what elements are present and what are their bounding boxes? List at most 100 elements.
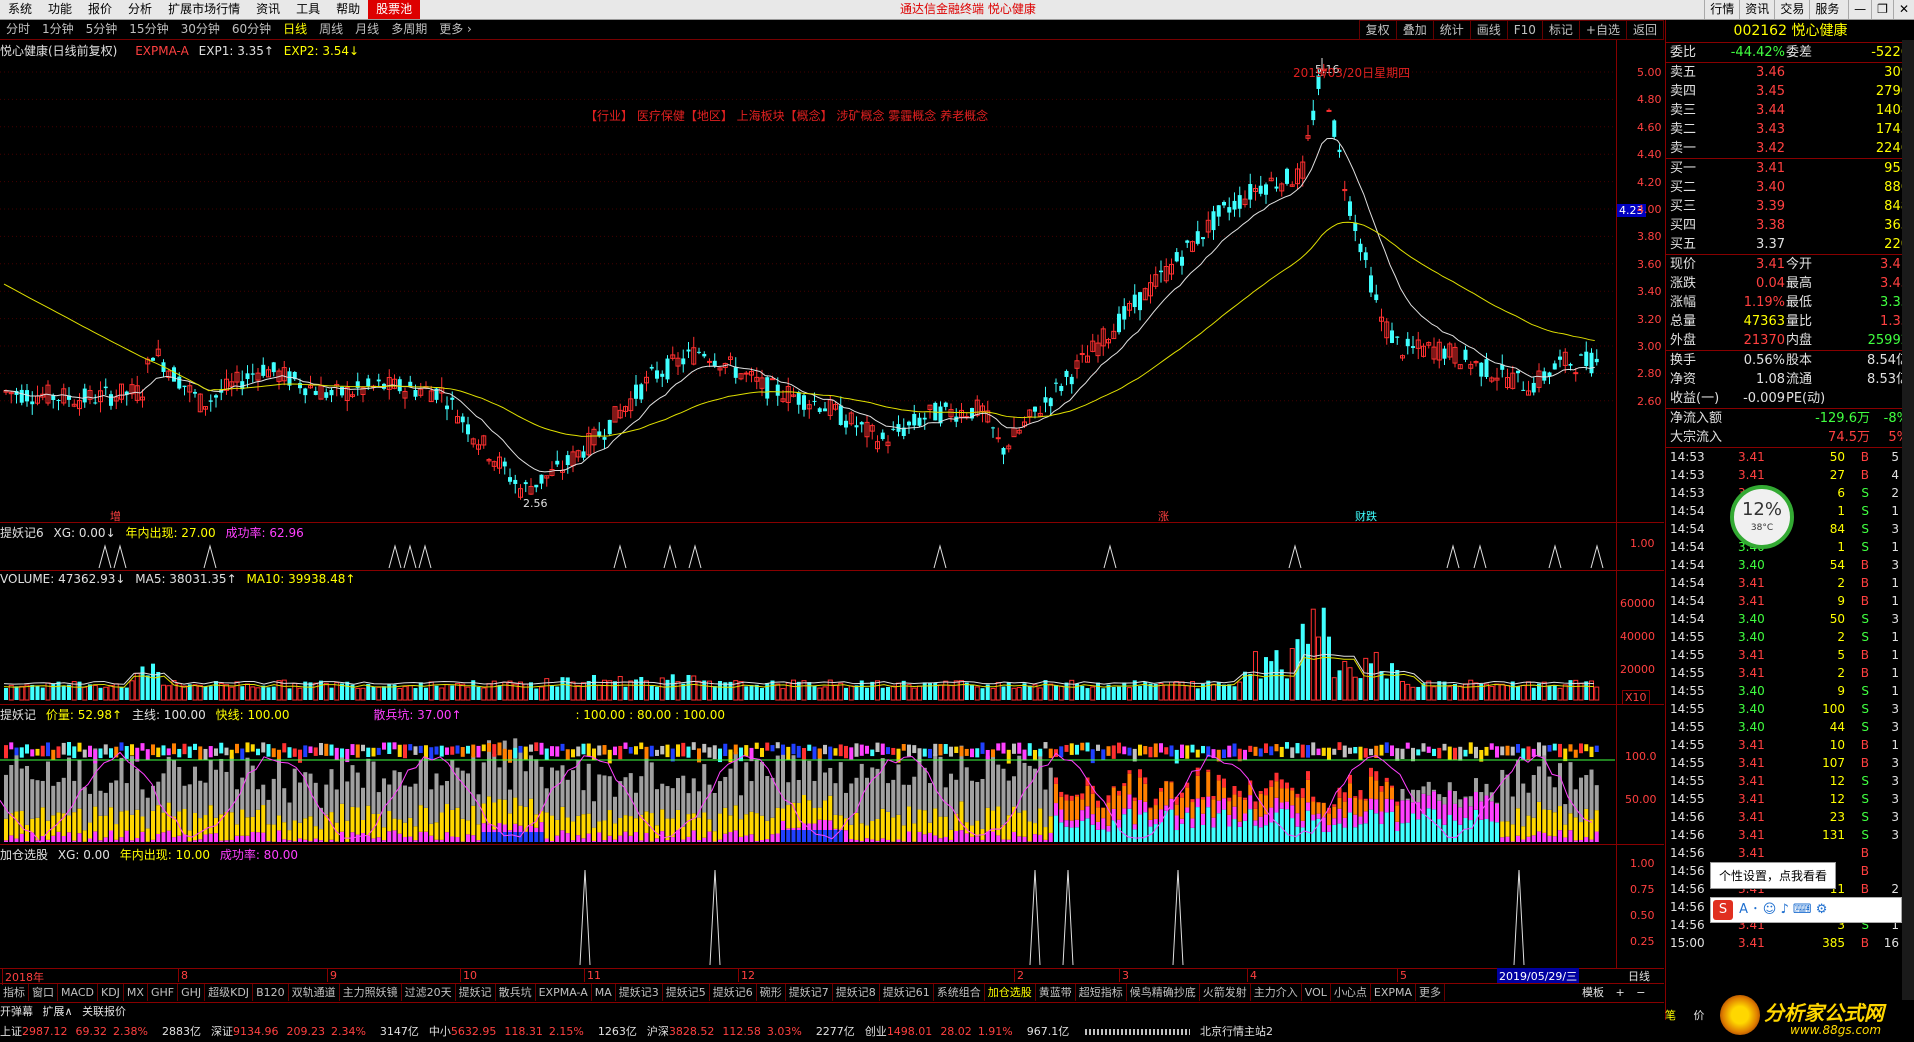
indicator-tab[interactable]: MX [124, 984, 148, 1001]
indicator-tab[interactable]: 提妖记7 [786, 984, 833, 1001]
index-item[interactable]: 中小5632.95 118.31 2.15% 1263亿 [429, 1025, 637, 1038]
window-btn-trade[interactable]: 交易 [1774, 0, 1809, 19]
indicator-tab[interactable]: 散兵坑 [496, 984, 536, 1001]
indicator-tab[interactable]: 系统组合 [934, 984, 985, 1001]
tool-btn-draw[interactable]: 画线 [1469, 20, 1508, 40]
indicator1-chart[interactable] [0, 540, 1664, 570]
price-chart[interactable] [0, 58, 1664, 523]
indicator-tab[interactable]: 超级KDJ [205, 984, 254, 1001]
volume-chart[interactable] [0, 588, 1664, 703]
period-tab-weekly[interactable]: 周线 [313, 20, 349, 39]
template-button[interactable]: 模板 [1582, 986, 1604, 999]
period-tab-5min[interactable]: 5分钟 [80, 20, 124, 39]
tool-btn-f10[interactable]: F10 [1506, 20, 1543, 40]
danmu-toggle[interactable]: 开弹幕 [0, 1005, 33, 1018]
tab-add-button[interactable]: + [1616, 986, 1625, 999]
indicator-tab[interactable]: 超短指标 [1076, 984, 1127, 1001]
indicator2-name[interactable]: 提妖记 [0, 708, 36, 722]
ime-logo-icon[interactable]: S [1713, 900, 1733, 920]
indicator-tab[interactable]: 小心点 [1331, 984, 1371, 1001]
period-tab-1min[interactable]: 1分钟 [36, 20, 80, 39]
period-tab-daily[interactable]: 日线 [277, 20, 313, 39]
indicator-tab[interactable]: EXPMA [1371, 984, 1417, 1001]
indicator-tab[interactable]: 更多 [1416, 984, 1446, 1001]
right-scrollbar[interactable] [1902, 40, 1914, 1000]
indicator-tab[interactable]: 火箭发射 [1200, 984, 1251, 1001]
indicator-tab[interactable]: 提妖记61 [880, 984, 934, 1001]
period-tab-15min[interactable]: 15分钟 [123, 20, 174, 39]
minimize-icon[interactable]: — [1848, 0, 1871, 19]
indicator-tab[interactable]: GHJ [178, 984, 206, 1001]
indicator1-name[interactable]: 提妖记6 [0, 526, 44, 540]
ime-toolbar[interactable]: S A ･ ☺ ♪ ⌨ ⚙ [1710, 897, 1902, 923]
restore-icon[interactable]: ❐ [1871, 0, 1893, 19]
tool-btn-adjust[interactable]: 复权 [1358, 20, 1397, 40]
tool-btn-overlay[interactable]: 叠加 [1395, 20, 1434, 40]
menu-item-ext-market[interactable]: 扩展市场行情 [160, 0, 248, 19]
volume-name[interactable]: VOLUME: 47362.93↓ [0, 572, 125, 586]
indicator-tab[interactable]: 提妖记 [456, 984, 496, 1001]
indicator-tab[interactable]: 提妖记3 [616, 984, 663, 1001]
indicator-tab[interactable]: 黄蓝带 [1036, 984, 1076, 1001]
menu-item-info[interactable]: 资讯 [248, 0, 288, 19]
period-tab-intraday[interactable]: 分时 [0, 20, 36, 39]
tool-btn-mark[interactable]: 标记 [1541, 20, 1580, 40]
tab-ticks[interactable]: 笔 [1665, 1009, 1676, 1022]
indicator-tab[interactable]: 候鸟精确抄底 [1127, 984, 1200, 1001]
related-quote-link[interactable]: 关联报价 [82, 1005, 126, 1018]
period-tab-more[interactable]: 更多 › [433, 20, 478, 39]
indicator-tab[interactable]: KDJ [98, 984, 124, 1001]
indicator-tab[interactable]: 主力介入 [1251, 984, 1302, 1001]
indicator-tab[interactable]: GHF [148, 984, 179, 1001]
stock-title[interactable]: 002162 悦心健康 [1666, 20, 1914, 43]
period-tab-monthly[interactable]: 月线 [349, 20, 385, 39]
menu-item-tools[interactable]: 工具 [288, 0, 328, 19]
settings-tooltip[interactable]: 个性设置，点我看看 [1710, 862, 1837, 889]
menu-item-function[interactable]: 功能 [40, 0, 80, 19]
indicator-tab[interactable]: 过滤20天 [402, 984, 456, 1001]
window-btn-quote[interactable]: 行情 [1704, 0, 1739, 19]
index-item[interactable]: 创业1498.01 28.02 1.91% 967.1亿 [865, 1025, 1069, 1038]
tab-remove-button[interactable]: − [1636, 986, 1645, 999]
period-tab-multi[interactable]: 多周期 [385, 20, 433, 39]
indicator-tab[interactable]: 提妖记6 [710, 984, 757, 1001]
server-status[interactable]: 北京行情主站2 [1200, 1022, 1273, 1042]
menu-item-help[interactable]: 帮助 [328, 0, 368, 19]
tab-prices[interactable]: 价 [1694, 1009, 1705, 1022]
indicator-tab[interactable]: 碗形 [757, 984, 786, 1001]
indicator-tab[interactable]: 主力照妖镜 [340, 984, 402, 1001]
indicator-tab[interactable]: 提妖记5 [663, 984, 710, 1001]
indicator-tab[interactable]: 双轨通道 [289, 984, 340, 1001]
indicator2-chart[interactable] [0, 722, 1664, 844]
index-item[interactable]: 深证9134.96 209.23 2.34% 3147亿 [211, 1025, 419, 1038]
indicator-tab[interactable]: EXPMA-A [536, 984, 592, 1001]
indicator-tab[interactable]: B120 [253, 984, 289, 1001]
window-btn-service[interactable]: 服务 [1809, 0, 1844, 19]
ime-lang-icon[interactable]: A ･ ☺ ♪ ⌨ ⚙ [1739, 902, 1827, 917]
cpu-gauge[interactable]: 12% 38°C [1730, 485, 1794, 549]
period-tab-60min[interactable]: 60分钟 [226, 20, 277, 39]
index-item[interactable]: 沪深3828.52 112.58 3.03% 2277亿 [647, 1025, 855, 1038]
window-btn-info[interactable]: 资讯 [1739, 0, 1774, 19]
indicator-name[interactable]: EXPMA-A [135, 44, 189, 58]
tool-btn-stats[interactable]: 统计 [1432, 20, 1471, 40]
indicator-tab[interactable]: VOL [1302, 984, 1331, 1001]
expand-toggle[interactable]: 扩展∧ [43, 1005, 73, 1018]
menu-item-stock-pool[interactable]: 股票池 [368, 0, 421, 19]
indicator3-name[interactable]: 加仓选股 [0, 848, 48, 862]
index-item[interactable]: 上证2987.12 69.32 2.38% 2883亿 [0, 1025, 201, 1038]
menu-item-analysis[interactable]: 分析 [120, 0, 160, 19]
indicator-tab[interactable]: 提妖记8 [833, 984, 880, 1001]
indicator3-chart[interactable] [0, 862, 1664, 967]
indicator-tab[interactable]: MA [592, 984, 616, 1001]
indicator-tab[interactable]: 窗口 [29, 984, 58, 1001]
menu-item-system[interactable]: 系统 [0, 0, 40, 19]
close-icon[interactable]: ✕ [1892, 0, 1914, 19]
indicator-tab[interactable]: MACD [58, 984, 98, 1001]
period-tab-30min[interactable]: 30分钟 [175, 20, 226, 39]
tool-btn-back[interactable]: 返回 [1625, 20, 1664, 40]
indicator-tab[interactable]: 加仓选股 [985, 984, 1036, 1001]
indicator-tab[interactable]: 指标 [0, 984, 29, 1001]
tool-btn-add-watch[interactable]: +自选 [1578, 20, 1627, 40]
menu-item-quote[interactable]: 报价 [80, 0, 120, 19]
